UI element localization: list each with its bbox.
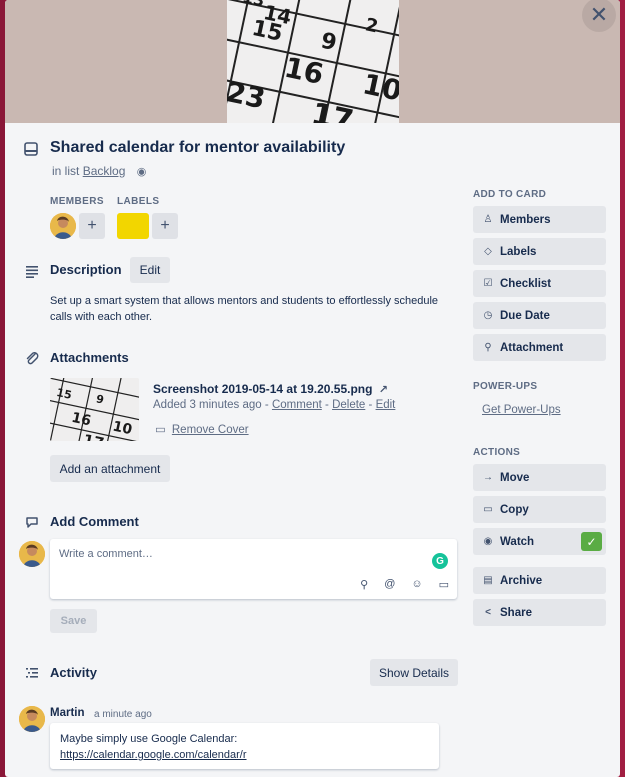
attachments-title: Attachments: [50, 350, 129, 365]
checkbox-icon: ☑: [483, 278, 493, 289]
share-button[interactable]: < Share: [473, 599, 606, 626]
arrow-right-icon: →: [483, 472, 493, 483]
activity-title: Activity: [50, 665, 97, 680]
get-power-ups-link[interactable]: Get Power-Ups: [482, 404, 561, 416]
power-ups-label: POWER-UPS: [473, 381, 538, 392]
edit-description-button[interactable]: Edit: [130, 257, 170, 283]
svg-text:15: 15: [250, 16, 285, 47]
svg-text:2: 2: [363, 14, 380, 37]
card-list-info: in list Backlog ◉: [52, 164, 147, 178]
comment-icon: [26, 517, 38, 528]
attachment-delete-link[interactable]: Delete: [332, 399, 365, 411]
activity-avatar[interactable]: [19, 706, 45, 732]
paperclip-icon: ⚲: [484, 342, 492, 353]
description-text[interactable]: Set up a smart system that allows mentor…: [50, 293, 460, 325]
card-icon: [24, 142, 38, 156]
save-comment-button[interactable]: Save: [50, 609, 97, 633]
svg-text:13: 13: [241, 0, 267, 10]
activity-link[interactable]: https://calendar.google.com/calendar/r: [60, 747, 429, 763]
archive-button[interactable]: ▤ Archive: [473, 567, 606, 594]
close-icon: ✕: [589, 2, 609, 27]
labels-label: LABELS: [117, 196, 160, 207]
tag-icon: ◇: [484, 246, 492, 257]
copy-button[interactable]: ▭ Copy: [473, 496, 606, 523]
share-icon: <: [485, 607, 491, 618]
add-member-button[interactable]: +: [79, 213, 105, 239]
attachment-meta: Added 3 minutes ago - Comment - Delete -…: [153, 399, 396, 411]
person-icon: ♙: [483, 214, 493, 225]
add-comment-title: Add Comment: [50, 514, 139, 529]
remove-cover-row: ▭ Remove Cover: [155, 422, 249, 436]
members-label: MEMBERS: [50, 196, 104, 207]
close-button[interactable]: ✕: [582, 0, 616, 32]
remove-cover-link[interactable]: Remove Cover: [172, 424, 249, 436]
mention-icon[interactable]: @: [384, 578, 395, 591]
eye-icon: ◉: [483, 536, 493, 547]
comment-placeholder: Write a comment…: [59, 548, 153, 560]
card-cover-icon: ▭: [155, 424, 166, 436]
due-date-button[interactable]: ◷ Due Date: [473, 302, 606, 329]
activity-icon: [26, 668, 38, 678]
svg-text:16: 16: [282, 51, 327, 91]
description-title: Description: [50, 262, 122, 277]
svg-text:10: 10: [360, 67, 399, 107]
external-link-icon: ↗: [378, 384, 389, 396]
card-cover: 13 14 15 9 2 16 10 23 17 ✕: [5, 0, 620, 123]
card-link-icon[interactable]: ▭: [439, 578, 449, 591]
watch-check-icon: ✓: [581, 532, 602, 551]
clock-icon: ◷: [483, 310, 493, 321]
activity-author[interactable]: Martin: [50, 707, 85, 719]
add-attachment-button[interactable]: Add an attachment: [50, 455, 170, 482]
list-link[interactable]: Backlog: [83, 164, 126, 178]
watch-button[interactable]: ◉ Watch ✓: [473, 528, 606, 555]
archive-icon: ▤: [483, 575, 493, 586]
card-title[interactable]: Shared calendar for mentor availability: [50, 139, 345, 157]
svg-text:9: 9: [319, 29, 339, 57]
copy-icon: ▭: [483, 504, 493, 515]
current-user-avatar[interactable]: [19, 541, 45, 567]
attachment-button[interactable]: ⚲ Attachment: [473, 334, 606, 361]
svg-text:17: 17: [308, 96, 356, 123]
attachment-name[interactable]: Screenshot 2019-05-14 at 19.20.55.png ↗: [153, 382, 388, 396]
svg-text:23: 23: [227, 75, 268, 115]
checklist-button[interactable]: ☑ Checklist: [473, 270, 606, 297]
description-icon: [26, 266, 38, 278]
members-button[interactable]: ♙ Members: [473, 206, 606, 233]
comment-tools: ⚲ @ ☺ ▭: [360, 578, 449, 591]
watching-eye-icon: ◉: [136, 166, 147, 178]
activity-text: Maybe simply use Google Calendar:: [60, 733, 238, 745]
label-chip-yellow[interactable]: [117, 213, 149, 239]
member-avatar[interactable]: [50, 213, 76, 239]
show-details-button[interactable]: Show Details: [370, 659, 458, 686]
add-to-card-label: ADD TO CARD: [473, 189, 547, 200]
card-detail-modal: 13 14 15 9 2 16 10 23 17 ✕ Shared calend…: [5, 0, 620, 777]
emoji-icon[interactable]: ☺: [411, 578, 422, 591]
attachment-thumbnail[interactable]: 15 9 16 10 17: [50, 378, 139, 441]
grammarly-icon[interactable]: G: [432, 553, 448, 569]
labels-button[interactable]: ◇ Labels: [473, 238, 606, 265]
activity-comment: Maybe simply use Google Calendar: https:…: [50, 723, 439, 769]
attachment-comment-link[interactable]: Comment: [272, 399, 322, 411]
actions-label: ACTIONS: [473, 447, 521, 458]
paperclip-icon: [26, 352, 39, 365]
move-button[interactable]: → Move: [473, 464, 606, 491]
calendar-cover-image: 13 14 15 9 2 16 10 23 17: [227, 0, 399, 123]
attachment-edit-link[interactable]: Edit: [376, 399, 396, 411]
add-label-button[interactable]: +: [152, 213, 178, 239]
attach-icon[interactable]: ⚲: [360, 578, 368, 591]
comment-input[interactable]: Write a comment… G ⚲ @ ☺ ▭: [50, 539, 457, 599]
activity-time[interactable]: a minute ago: [94, 709, 152, 720]
